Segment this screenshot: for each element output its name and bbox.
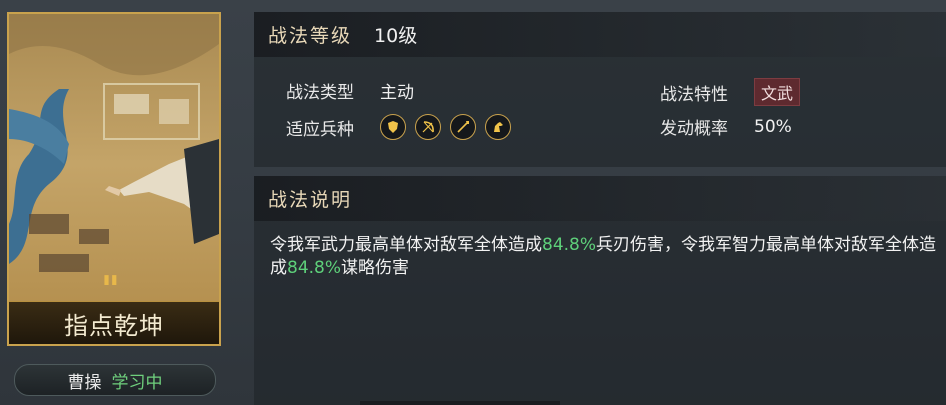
troops-label: 适应兵种 [286, 119, 354, 140]
skill-name: 指点乾坤 [9, 301, 219, 344]
type-value: 主动 [380, 83, 414, 103]
trait-label: 战法特性 [660, 84, 728, 105]
owner-status: 学习中 [111, 372, 163, 393]
troops-row: 适应兵种 [286, 114, 520, 140]
skill-owner-pill[interactable]: 曹操 学习中 [14, 364, 216, 396]
rate-label: 发动概率 [660, 119, 728, 139]
description-part-1: 令我军武力最高单体对敌军全体造成 [270, 235, 542, 255]
level-value: 10级 [374, 25, 418, 47]
description-part-3: 谋略伤害 [341, 258, 410, 278]
type-row: 战法类型 主动 [286, 78, 414, 103]
horse-icon [485, 114, 511, 140]
type-label: 战法类型 [286, 83, 354, 103]
bow-icon [415, 114, 441, 140]
spear-icon [450, 114, 476, 140]
shield-icon [380, 114, 406, 140]
skill-description-panel: 战法说明 令我军武力最高单体对敌军全体造成84.8%兵刃伤害，令我军智力最高单体… [254, 176, 946, 405]
damage-value-2: 84.8% [287, 258, 342, 278]
trait-tag: 文武 [754, 78, 801, 106]
level-title: 战法等级 [268, 25, 353, 47]
scroll-indicator [360, 401, 560, 405]
rate-row: 发动概率 50% [660, 114, 792, 140]
level-header: 战法等级 10级 [254, 12, 946, 57]
description-title: 战法说明 [268, 189, 353, 211]
description-header: 战法说明 [254, 176, 946, 221]
skill-attributes-panel: 战法等级 10级 战法类型 主动 适应兵种 战法特性 文武 发动概率 50% [254, 12, 946, 167]
trait-row: 战法特性 文武 [660, 78, 801, 106]
skill-card[interactable]: " 指点乾坤 [7, 12, 221, 346]
owner-name: 曹操 [67, 372, 102, 393]
description-text: 令我军武力最高单体对敌军全体造成84.8%兵刃伤害，令我军智力最高单体对敌军全体… [270, 234, 946, 280]
rate-value: 50% [754, 116, 792, 137]
damage-value-1: 84.8% [542, 235, 597, 255]
